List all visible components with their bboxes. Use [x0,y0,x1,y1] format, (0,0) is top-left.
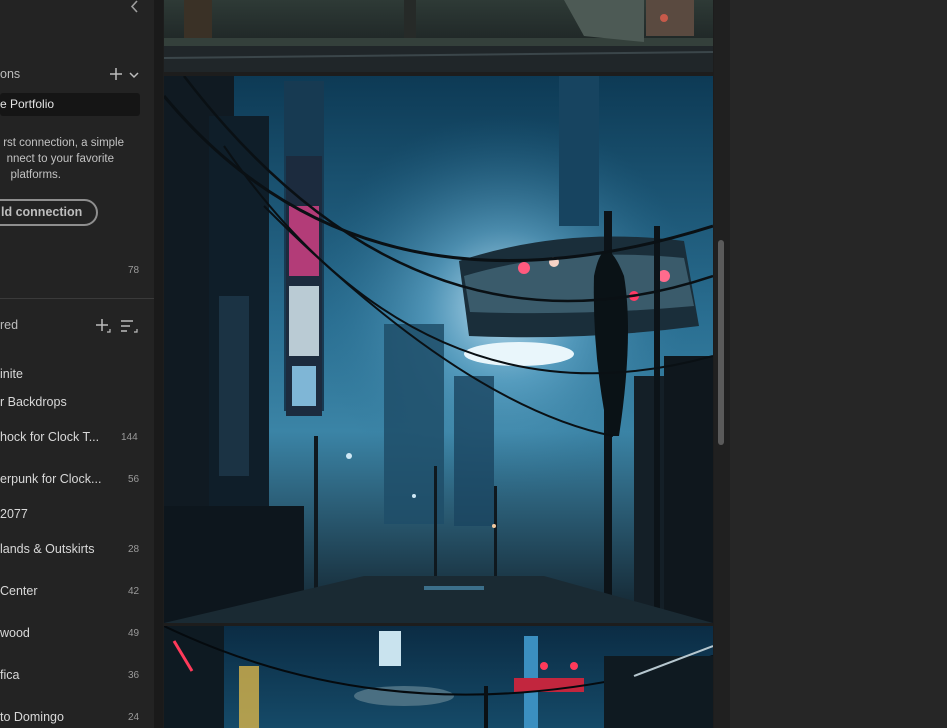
help-line-2: nnect to your favorite [6,153,114,165]
album-item[interactable]: lands & Outskirts 28 [0,541,154,559]
connection-item-label: e Portfolio [0,97,55,111]
help-line-1: rst connection, a simple [3,137,124,149]
connections-count: 78 [128,265,140,276]
album-item[interactable]: Center 42 [0,583,154,601]
add-album-icon[interactable] [95,318,111,334]
album-label: to Domingo [0,710,64,724]
album-label: lands & Outskirts [0,542,95,556]
album-item[interactable]: inite [0,366,154,384]
scrollbar-thumb[interactable] [718,240,724,445]
album-count: 36 [128,670,140,681]
album-label: hock for Clock T... [0,430,100,444]
album-label: erpunk for Clock... [0,472,102,486]
album-label: fica [0,668,20,682]
help-line-3: platforms. [10,169,62,181]
album-count: 28 [128,544,140,555]
photo-grid [163,0,714,728]
album-label: wood [0,626,30,640]
left-sidebar: ons e Portfolio rst connection, a simple… [0,0,154,728]
album-label: Center [0,584,38,598]
collapse-panel-icon[interactable] [128,0,142,14]
album-item[interactable]: to Domingo 24 [0,709,154,727]
album-count: 24 [128,712,140,723]
album-count: 144 [121,432,138,443]
album-label: r Backdrops [0,395,67,409]
photo-thumbnail[interactable] [164,0,713,72]
album-item[interactable]: r Backdrops [0,394,154,412]
photo-thumbnail[interactable] [164,626,713,728]
shared-section-title: red [0,318,19,332]
right-panel-empty [730,0,947,728]
album-count: 49 [128,628,140,639]
sort-albums-icon[interactable] [120,319,138,335]
album-item[interactable]: 2077 [0,506,154,524]
album-count: 42 [128,586,140,597]
expand-connections-icon[interactable] [128,68,140,80]
connection-item-portfolio[interactable]: e Portfolio [0,93,140,116]
album-label: 2077 [0,507,28,521]
add-connection-icon[interactable] [109,67,123,81]
album-item[interactable]: fica 36 [0,667,154,685]
album-item[interactable]: hock for Clock T... 144 [0,429,154,447]
album-item[interactable]: erpunk for Clock... 56 [0,471,154,489]
album-item[interactable]: wood 49 [0,625,154,643]
connections-section-title: ons [0,67,21,81]
panel-resize-handle[interactable] [154,0,163,728]
add-connection-button-label: ld connection [1,205,83,219]
album-label: inite [0,367,23,381]
photo-thumbnail[interactable] [164,76,713,623]
section-divider [0,298,154,299]
album-count: 56 [128,474,140,485]
connections-help-text: rst connection, a simple nnect to your f… [0,135,124,183]
add-connection-button[interactable]: ld connection [0,199,98,226]
